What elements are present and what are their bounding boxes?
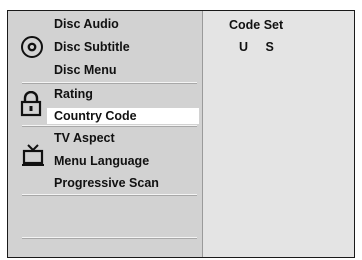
menu-divider	[22, 194, 197, 196]
lock-icon	[20, 90, 42, 122]
menu-item-progressive-scan[interactable]: Progressive Scan	[54, 175, 159, 191]
menu-item-country-code[interactable]: Country Code	[47, 108, 199, 124]
settings-panel: Code Set U S	[203, 11, 354, 257]
country-code-value[interactable]: U S	[239, 40, 281, 54]
menu-divider	[22, 125, 197, 127]
menu-item-menu-language[interactable]: Menu Language	[54, 153, 149, 169]
setup-menu-frame: Disc Audio Disc Subtitle Disc Menu Ratin…	[7, 10, 355, 258]
menu-item-tv-aspect[interactable]: TV Aspect	[54, 130, 115, 146]
menu-divider	[22, 82, 197, 84]
menu-item-disc-menu[interactable]: Disc Menu	[54, 62, 117, 78]
menu-item-rating[interactable]: Rating	[54, 86, 93, 102]
menu-item-disc-audio[interactable]: Disc Audio	[54, 16, 119, 32]
menu-item-disc-subtitle[interactable]: Disc Subtitle	[54, 39, 130, 55]
tv-icon	[22, 144, 44, 171]
panel-title: Code Set	[229, 18, 284, 32]
menu-divider	[22, 237, 197, 239]
settings-menu: Disc Audio Disc Subtitle Disc Menu Ratin…	[8, 11, 203, 257]
disc-icon	[20, 35, 44, 64]
